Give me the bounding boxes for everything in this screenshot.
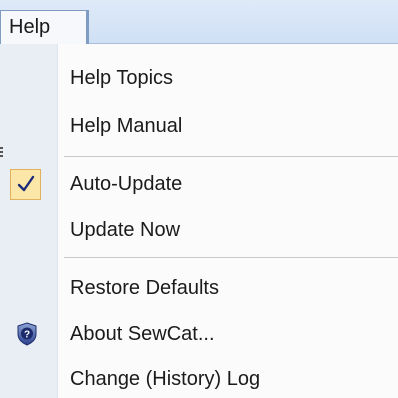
menu-separator [64, 257, 398, 258]
menu-item-label: Help Topics [70, 66, 174, 89]
help-shield-icon: ? [17, 322, 37, 346]
menu-item-label: Restore Defaults [70, 276, 219, 299]
screen: Help Help Topics Help Manual Auto-Update… [0, 0, 398, 398]
menu-item-change-log[interactable]: Change (History) Log [0, 357, 398, 398]
menu-item-label: Help Manual [70, 114, 183, 137]
svg-text:?: ? [24, 330, 30, 341]
menu-separator [64, 156, 398, 157]
menu-item-restore-defaults[interactable]: Restore Defaults [0, 266, 398, 310]
help-dropdown-menu: Help Topics Help Manual Auto-Update Upda… [0, 44, 398, 398]
help-menu-label: Help [9, 16, 51, 38]
menu-item-label: Update Now [70, 218, 181, 241]
menu-item-label: About SewCat... [70, 322, 215, 345]
checked-indicator [10, 168, 41, 200]
resize-grip [0, 147, 3, 157]
menu-item-about-sewcat[interactable]: ? About SewCat... [0, 312, 398, 356]
menu-item-help-manual[interactable]: Help Manual [0, 104, 398, 148]
help-menu-tab[interactable]: Help [0, 10, 89, 44]
menu-item-auto-update[interactable]: Auto-Update [0, 162, 398, 206]
menu-item-label: Change (History) Log [70, 367, 261, 390]
menu-item-label: Auto-Update [70, 172, 183, 195]
menu-bar: Help [0, 0, 398, 44]
menu-item-help-topics[interactable]: Help Topics [0, 56, 398, 100]
menu-item-update-now[interactable]: Update Now [0, 208, 398, 252]
checkmark-icon [17, 175, 34, 192]
